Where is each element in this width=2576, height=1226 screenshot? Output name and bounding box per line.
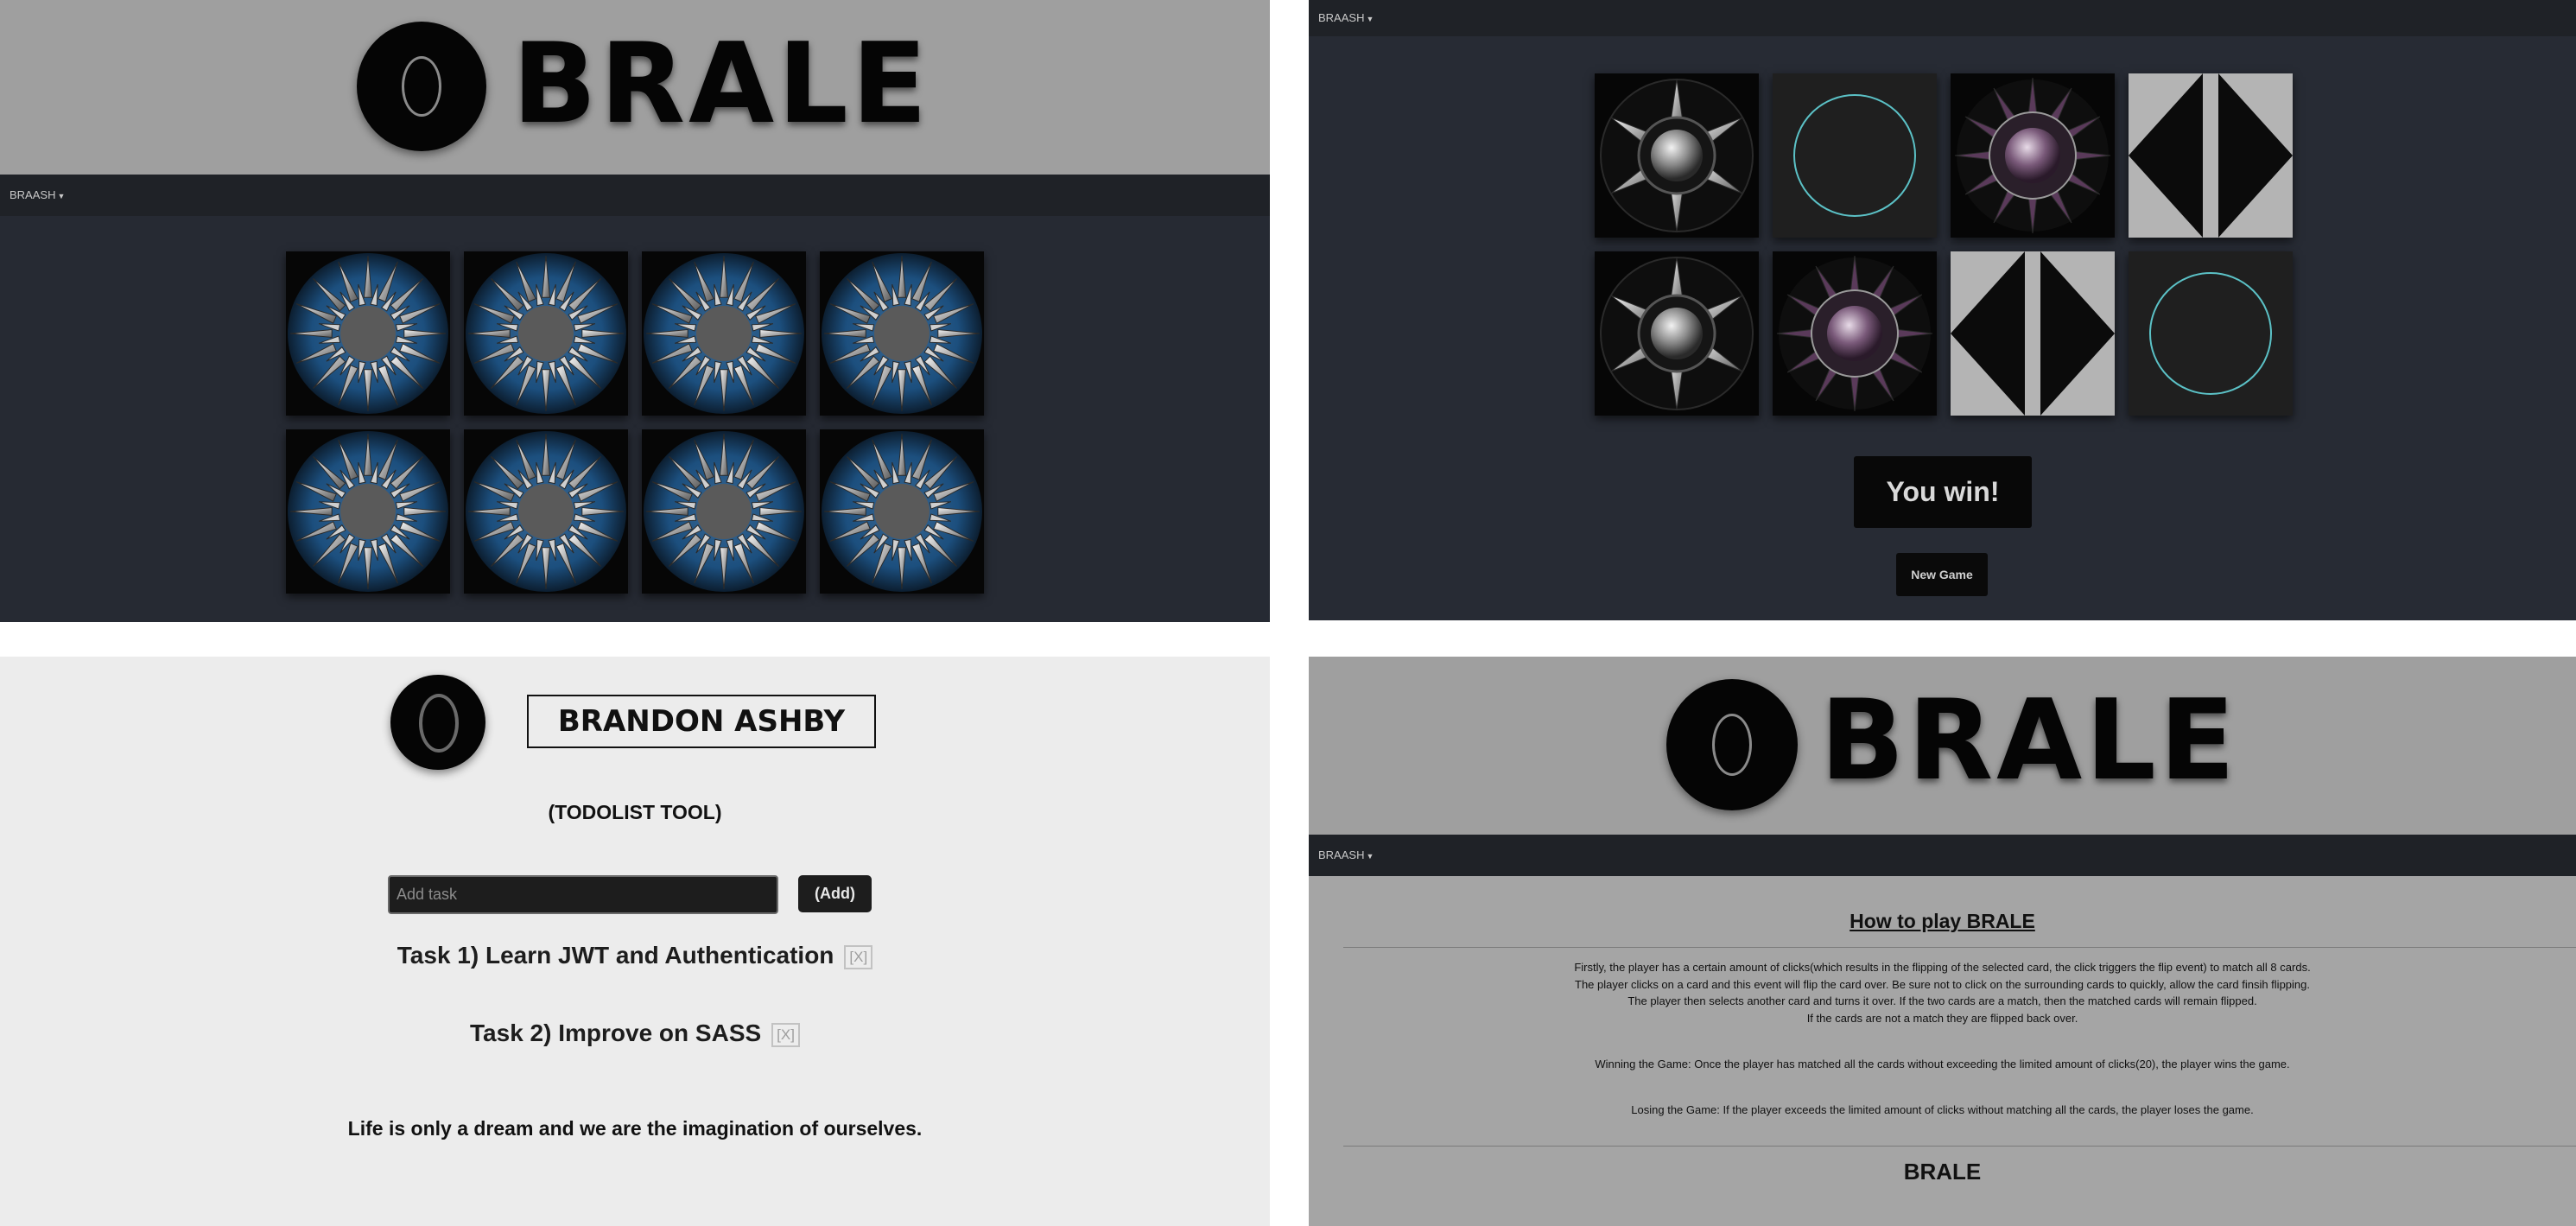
winning-text: Winning the Game: Once the player has ma… xyxy=(1595,1058,2290,1070)
card-back-icon xyxy=(288,431,448,592)
nav-dropdown[interactable]: BRAASH ▼ xyxy=(1318,848,1374,861)
memory-card[interactable] xyxy=(642,429,806,594)
memory-card[interactable] xyxy=(1951,251,2115,416)
silver-star-icon xyxy=(1600,79,1754,232)
navbar: BRAASH ▼ xyxy=(1309,0,2576,36)
add-task-button[interactable]: (Add) xyxy=(798,875,872,912)
teal-circle-icon xyxy=(2129,251,2293,416)
add-task-input[interactable] xyxy=(388,875,778,914)
tool-subtitle: (TODOLIST TOOL) xyxy=(548,801,722,823)
brand-title: BRALE xyxy=(512,20,931,149)
footer-brand: BRALE xyxy=(1903,1159,1982,1185)
rules-text: Firstly, the player has a certain amount… xyxy=(1574,961,2311,1025)
quote-text: Life is only a dream and we are the imag… xyxy=(347,1117,923,1140)
diamond-icon xyxy=(1951,251,2115,416)
memory-card[interactable] xyxy=(1595,251,1759,416)
brand-logo xyxy=(390,675,485,770)
todo-panel: BRANDON ASHBY (TODOLIST TOOL) (Add) Task… xyxy=(0,657,1270,1226)
memory-card[interactable] xyxy=(1773,251,1937,416)
divider xyxy=(1343,1146,2576,1147)
memory-card[interactable] xyxy=(642,251,806,416)
teal-circle-icon xyxy=(1773,73,1937,238)
card-back-icon xyxy=(466,253,626,414)
memory-card[interactable] xyxy=(1951,73,2115,238)
memory-card[interactable] xyxy=(1595,73,1759,238)
diamond-icon xyxy=(2129,73,2293,238)
memory-card[interactable] xyxy=(286,251,450,416)
owner-name: BRANDON ASHBY xyxy=(527,695,876,748)
card-back-icon xyxy=(644,253,804,414)
divider xyxy=(1343,947,2576,948)
memory-card[interactable] xyxy=(464,429,628,594)
memory-card[interactable] xyxy=(286,429,450,594)
caret-down-icon: ▼ xyxy=(1366,15,1374,23)
remove-task-button[interactable]: [X] xyxy=(771,1022,800,1047)
nav-dropdown[interactable]: BRAASH ▼ xyxy=(10,188,65,201)
silver-star-icon xyxy=(1600,257,1754,410)
task-item: Task 2) Improve on SASS [X] xyxy=(0,1020,1270,1047)
losing-text: Losing the Game: If the player exceeds t… xyxy=(1631,1103,2254,1116)
card-back-icon xyxy=(644,431,804,592)
memory-card[interactable] xyxy=(2129,73,2293,238)
brand-logo xyxy=(1666,679,1798,810)
task-text: Task 2) Improve on SASS xyxy=(470,1020,762,1046)
howto-panel: BRALE BRAASH ▼ How to play BRALE Firstly,… xyxy=(1309,657,2576,1226)
caret-down-icon: ▼ xyxy=(57,192,66,200)
navbar: BRAASH ▼ xyxy=(1309,835,2576,876)
card-back-icon xyxy=(466,431,626,592)
memory-card[interactable] xyxy=(464,251,628,416)
win-panel: BRAASH ▼ You win! New Game xyxy=(1309,0,2576,620)
card-back-icon xyxy=(288,253,448,414)
purple-star-icon xyxy=(1776,255,1933,412)
game-panel: BRALE BRAASH ▼ xyxy=(0,0,1270,622)
task-item: Task 1) Learn JWT and Authentication [X] xyxy=(0,942,1270,969)
new-game-button[interactable]: New Game xyxy=(1896,553,1988,596)
caret-down-icon: ▼ xyxy=(1366,852,1374,861)
brand-title: BRALE xyxy=(1820,677,2239,805)
howto-title: How to play BRALE xyxy=(1850,910,2035,932)
card-back-icon xyxy=(822,253,982,414)
memory-card[interactable] xyxy=(820,251,984,416)
remove-task-button[interactable]: [X] xyxy=(844,944,873,969)
navbar: BRAASH ▼ xyxy=(0,175,1270,216)
task-text: Task 1) Learn JWT and Authentication xyxy=(397,942,834,969)
header-banner: BRALE xyxy=(1309,657,2576,835)
header-banner: BRALE xyxy=(0,0,1270,175)
memory-card[interactable] xyxy=(1773,73,1937,238)
card-back-icon xyxy=(822,431,982,592)
memory-card[interactable] xyxy=(820,429,984,594)
memory-card[interactable] xyxy=(2129,251,2293,416)
brand-logo xyxy=(357,22,486,151)
purple-star-icon xyxy=(1954,77,2111,234)
nav-dropdown[interactable]: BRAASH ▼ xyxy=(1318,11,1374,24)
win-message: You win! xyxy=(1854,456,2032,528)
